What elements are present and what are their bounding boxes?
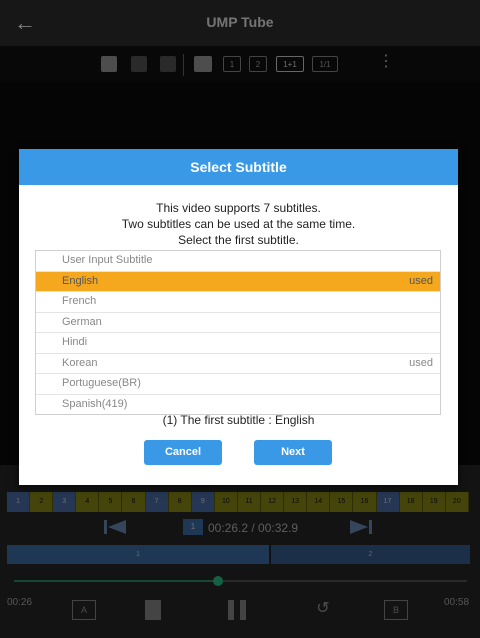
subtitle-item-label: German	[62, 315, 102, 328]
subtitle-item-label: Korean	[62, 356, 98, 369]
dialog-message-line: Two subtitles can be used at the same ti…	[121, 217, 356, 231]
used-tag: used	[409, 356, 433, 369]
dialog-message: This video supports 7 subtitles. Two sub…	[19, 200, 458, 248]
next-button[interactable]: Next	[254, 440, 332, 465]
select-subtitle-dialog: Select Subtitle This video supports 7 su…	[19, 149, 458, 485]
subtitle-list-item[interactable]: German	[36, 313, 440, 333]
subtitle-list: User Input Subtitle English used French Germ…	[35, 250, 441, 415]
subtitle-item-label: Hindi	[62, 336, 88, 348]
subtitle-item-label: English	[62, 274, 99, 287]
subtitle-list-item[interactable]: Portuguese(BR)	[36, 374, 440, 395]
subtitle-list-item[interactable]: Korean used	[36, 354, 440, 374]
selection-summary: (1) The first subtitle : English	[162, 413, 315, 427]
subtitle-list-item[interactable]: French	[36, 292, 440, 313]
subtitle-item-label: Spanish(419)	[62, 397, 128, 410]
subtitle-item-label: User Input Subtitle	[62, 254, 153, 266]
subtitle-item-label: Portuguese(BR)	[62, 377, 141, 389]
cancel-button[interactable]: Cancel	[144, 440, 222, 465]
dialog-title: Select Subtitle	[19, 149, 458, 185]
subtitle-list-item[interactable]: Hindi	[36, 333, 440, 354]
dialog-message-line: This video supports 7 subtitles.	[156, 201, 321, 215]
subtitle-list-item[interactable]: English used	[36, 271, 440, 292]
used-tag: used	[409, 274, 433, 287]
subtitle-item-label: French	[62, 295, 97, 307]
subtitle-list-item[interactable]: User Input Subtitle	[36, 251, 440, 272]
dialog-message-line: Select the first subtitle.	[178, 233, 299, 247]
subtitle-list-item[interactable]: Spanish(419)	[36, 395, 440, 415]
